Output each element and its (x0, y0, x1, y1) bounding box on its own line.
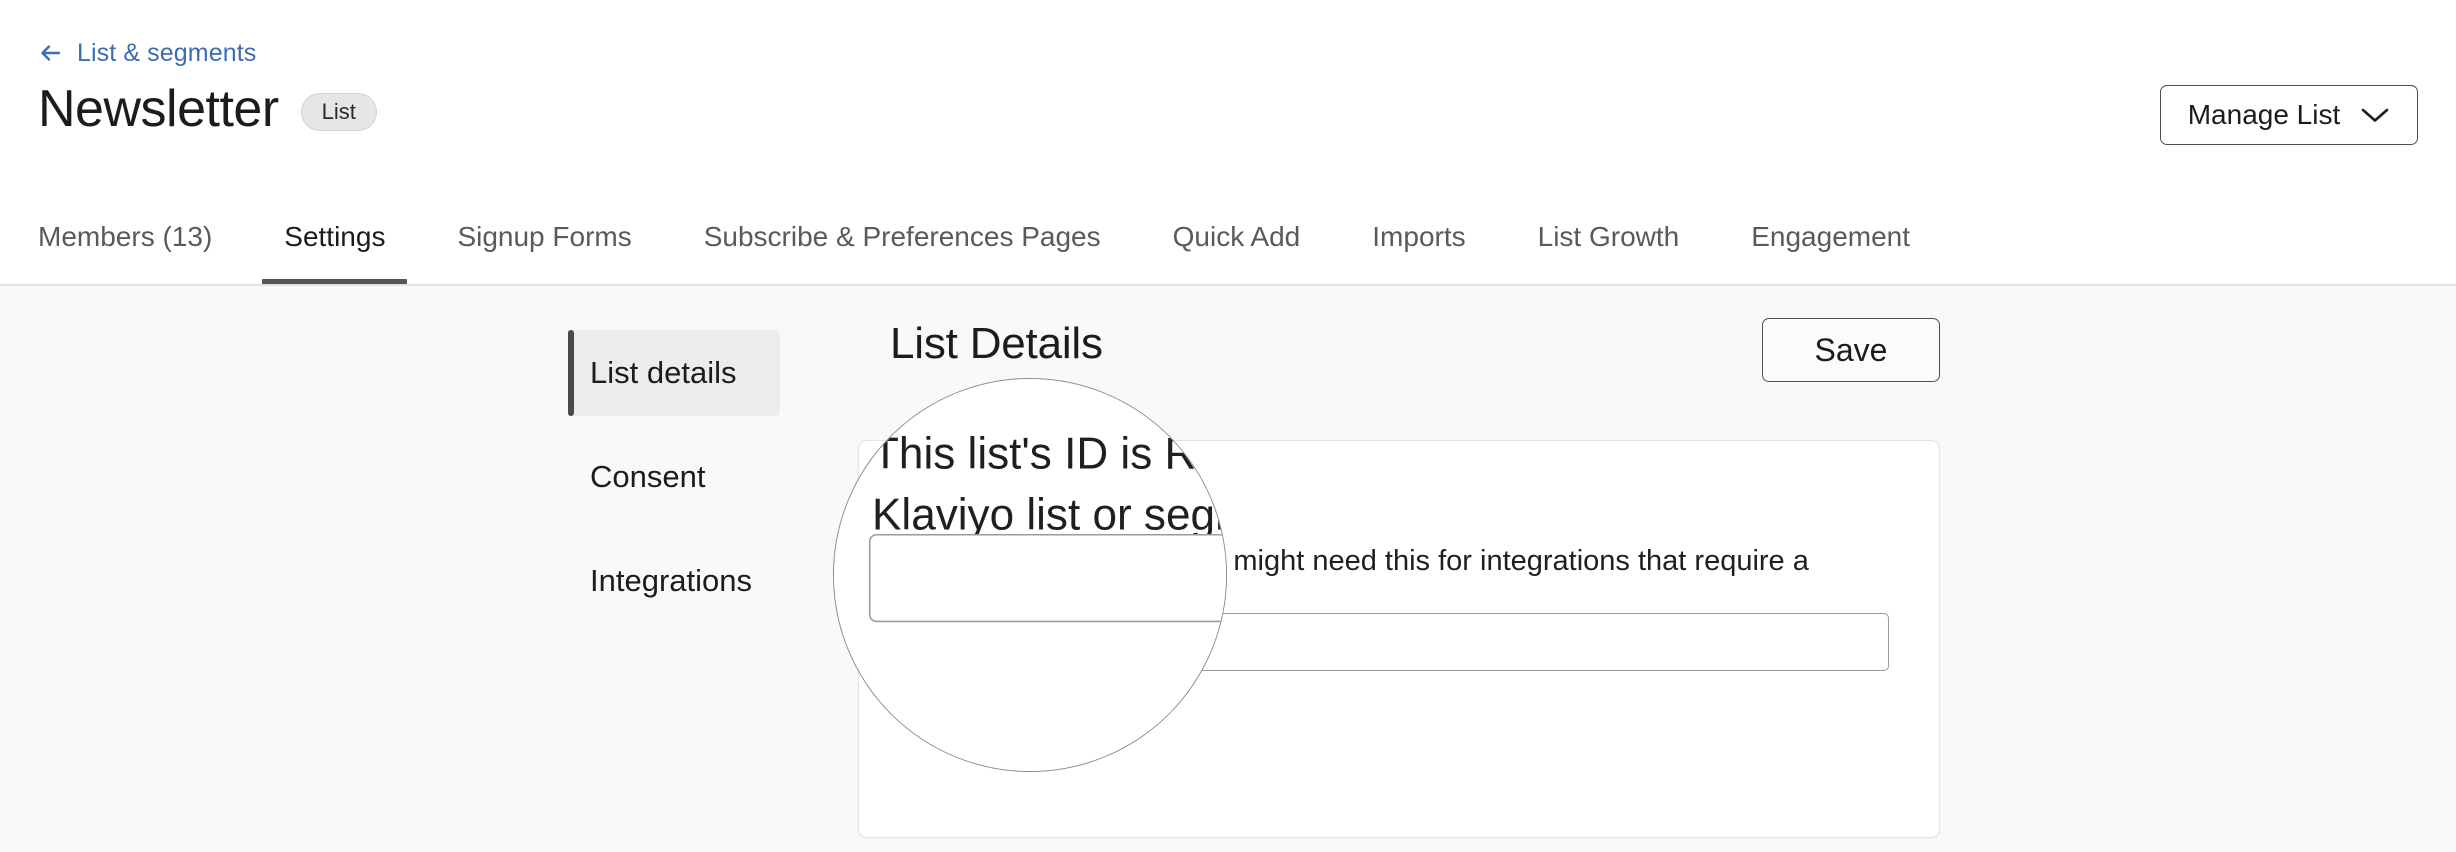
section-description: This list's ID is RX2R. You might need t… (891, 542, 1831, 621)
settings-side-nav: List details Consent Integrations (568, 330, 780, 624)
sidebar-item-list-details[interactable]: List details (568, 330, 780, 416)
card-body: List ID & Name This list's ID is RX2R. Y… (891, 477, 1907, 621)
tab-list-growth[interactable]: List Growth (1502, 196, 1716, 286)
save-button-label: Save (1815, 332, 1888, 369)
manage-list-button[interactable]: Manage List (2160, 85, 2418, 145)
sidebar-item-label: Integrations (590, 563, 752, 599)
sidebar-item-label: Consent (590, 459, 705, 495)
primary-tabs: Members (13) Settings Signup Forms Subsc… (0, 196, 2456, 286)
sidebar-item-integrations[interactable]: Integrations (568, 538, 780, 624)
tab-members[interactable]: Members (13) (38, 196, 248, 286)
save-button[interactable]: Save (1762, 318, 1940, 382)
tab-subscribe-preferences-pages[interactable]: Subscribe & Preferences Pages (668, 196, 1137, 286)
tab-quick-add[interactable]: Quick Add (1137, 196, 1337, 286)
sidebar-item-consent[interactable]: Consent (568, 434, 780, 520)
breadcrumb[interactable]: List & segments (38, 40, 256, 66)
settings-body: List details Consent Integrations List D… (0, 286, 2456, 852)
title-row: Newsletter List (38, 82, 377, 137)
chevron-down-icon (2360, 106, 2390, 124)
tab-settings[interactable]: Settings (248, 196, 421, 286)
sidebar-item-label: List details (590, 355, 736, 391)
tab-engagement[interactable]: Engagement (1715, 196, 1946, 286)
list-name-input[interactable] (889, 613, 1889, 671)
list-settings-page: List & segments Newsletter List Manage L… (0, 0, 2456, 852)
page-header: List & segments Newsletter List Manage L… (0, 0, 2456, 286)
panel-heading: List Details (890, 319, 1103, 369)
breadcrumb-label: List & segments (77, 41, 256, 66)
section-title: List ID & Name (891, 477, 1907, 514)
back-arrow-icon (38, 40, 64, 66)
tab-imports[interactable]: Imports (1336, 196, 1501, 286)
status-badge: List (301, 93, 377, 131)
manage-list-label: Manage List (2188, 99, 2341, 131)
tab-signup-forms[interactable]: Signup Forms (421, 196, 667, 286)
page-title: Newsletter (38, 82, 279, 137)
list-id-name-card: List ID & Name This list's ID is RX2R. Y… (858, 440, 1940, 838)
